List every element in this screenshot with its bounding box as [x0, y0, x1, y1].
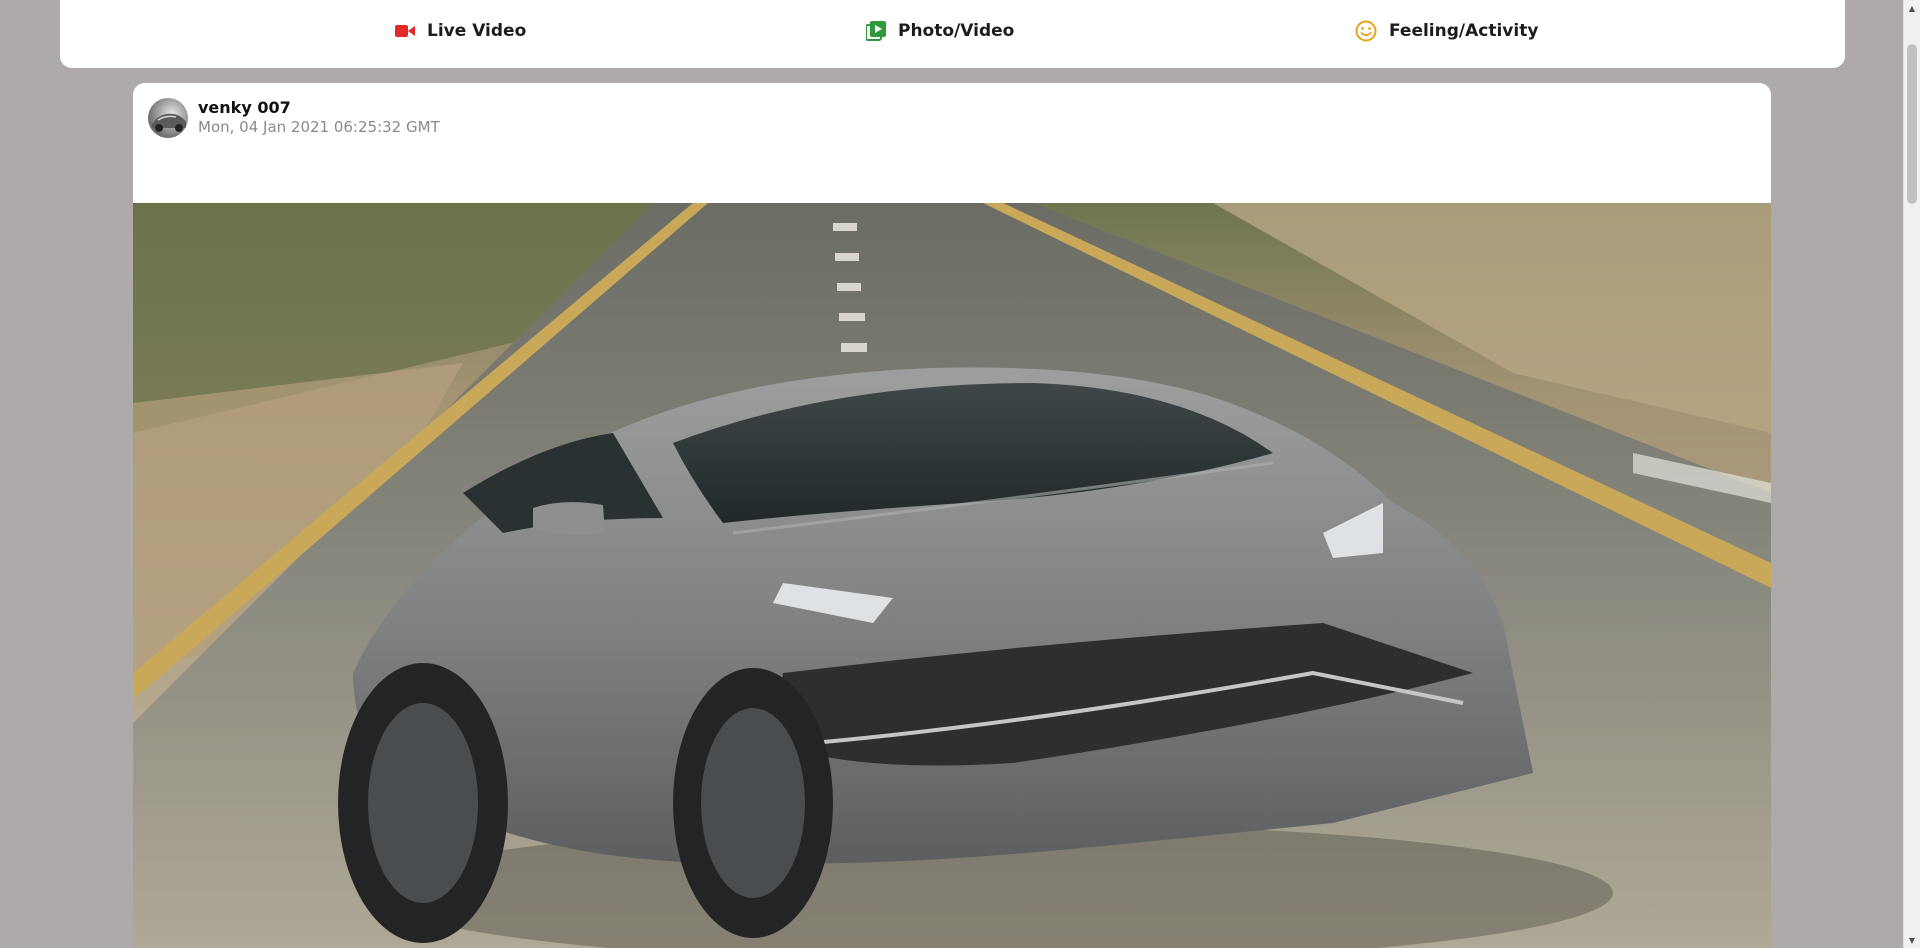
feed-viewport: Live Video Photo/Video Feeling/Activity … [0, 0, 1920, 948]
feeling-activity-button[interactable]: Feeling/Activity [1355, 0, 1538, 62]
live-video-label: Live Video [427, 21, 527, 41]
composer-actions: Live Video Photo/Video Feeling/Activity [60, 0, 1845, 62]
photo-video-icon [866, 21, 886, 41]
live-video-button[interactable]: Live Video [395, 0, 526, 62]
photo-video-button[interactable]: Photo/Video [866, 0, 1014, 62]
scrollbar-thumb[interactable] [1907, 44, 1917, 204]
scroll-up-arrow-icon[interactable]: ▲ [1904, 0, 1920, 16]
car-photo [133, 203, 1771, 948]
post-header: venky 007 Mon, 04 Jan 2021 06:25:32 GMT [148, 98, 440, 138]
post-composer: Live Video Photo/Video Feeling/Activity [60, 0, 1845, 68]
feeling-activity-label: Feeling/Activity [1389, 21, 1539, 41]
user-avatar[interactable] [148, 98, 188, 138]
scroll-down-arrow-icon[interactable]: ▼ [1904, 932, 1920, 948]
post-author[interactable]: venky 007 [198, 98, 440, 118]
photo-video-label: Photo/Video [898, 21, 1015, 41]
post-meta: venky 007 Mon, 04 Jan 2021 06:25:32 GMT [198, 98, 440, 136]
post-image[interactable] [133, 203, 1771, 948]
video-camera-icon [395, 24, 415, 38]
post-timestamp: Mon, 04 Jan 2021 06:25:32 GMT [198, 118, 440, 136]
post-card: venky 007 Mon, 04 Jan 2021 06:25:32 GMT [133, 83, 1771, 948]
page-scrollbar[interactable]: ▲ ▼ [1903, 0, 1920, 948]
smiley-icon [1355, 20, 1377, 42]
